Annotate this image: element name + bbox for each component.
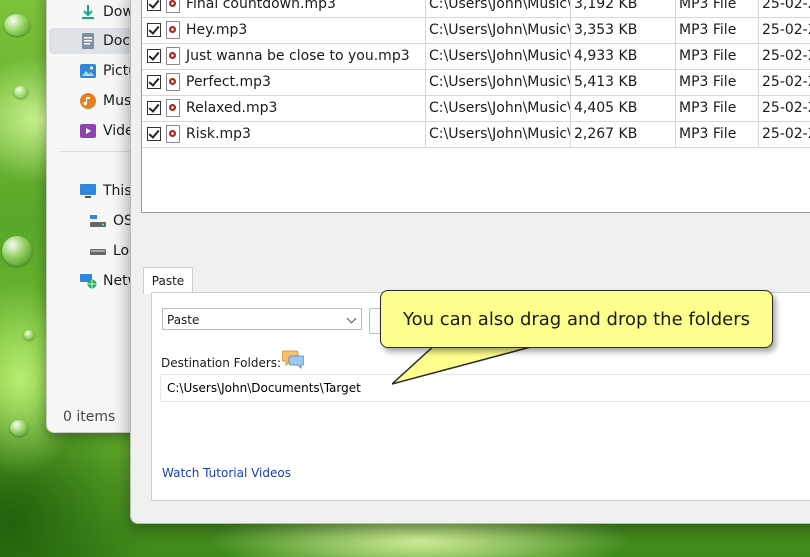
checkbox[interactable] [147,23,161,37]
checkbox[interactable] [147,101,161,115]
file-type: MP3 File [676,17,759,43]
file-type: MP3 File [676,121,759,147]
file-name: Hey.mp3 [186,22,248,38]
file-name: Just wanna be close to you.mp3 [186,48,410,64]
paste-mode-select[interactable]: Paste [162,308,362,330]
callout-tooltip: You can also drag and drop the folders [380,290,773,348]
table-row[interactable]: Perfect.mp3 C:\Users\John\Music\ 5,413 K… [142,69,810,96]
file-date: 25-02-2 [762,48,810,64]
file-size: 4,405 KB [571,95,676,121]
status-item-count: 0 items [63,409,116,425]
mp3-file-icon [166,47,180,65]
table-row[interactable]: Final countdown.mp3 C:\Users\John\Music\… [142,0,810,18]
file-type: MP3 File [676,0,759,17]
file-date: 25-02-2 [762,22,810,38]
file-date: 25-02-2 [762,126,810,142]
table-row[interactable]: Relaxed.mp3 C:\Users\John\Music\ 4,405 K… [142,95,810,122]
file-type: MP3 File [676,95,759,121]
mp3-file-icon [166,0,180,13]
file-path: C:\Users\John\Music\ [426,121,571,147]
monitor-icon [79,182,97,200]
mp3-file-icon [166,73,180,91]
drive-icon [89,242,107,260]
table-row[interactable]: Hey.mp3 C:\Users\John\Music\ 3,353 KB MP… [142,17,810,44]
mp3-file-icon [166,125,180,143]
file-type: MP3 File [676,43,759,69]
file-type: MP3 File [676,69,759,95]
file-size: 2,267 KB [571,121,676,147]
mp3-file-icon [166,99,180,117]
pictures-icon [79,62,97,80]
callout-tail [392,344,544,385]
file-name: Perfect.mp3 [186,74,271,90]
checkbox[interactable] [147,0,161,11]
app-window: Final countdown.mp3 C:\Users\John\Music\… [130,0,810,524]
file-path: C:\Users\John\Music\ [426,43,571,69]
file-name: Final countdown.mp3 [186,0,336,12]
file-path: C:\Users\John\Music\ [426,0,571,17]
music-icon [79,92,97,110]
mp3-file-icon [166,21,180,39]
file-path: C:\Users\John\Music\ [426,69,571,95]
file-path: C:\Users\John\Music\ [426,95,571,121]
file-path: C:\Users\John\Music\ [426,17,571,43]
file-size: 3,353 KB [571,17,676,43]
watch-tutorial-videos-link[interactable]: Watch Tutorial Videos [162,466,291,480]
file-size: 4,933 KB [571,43,676,69]
videos-icon [79,122,97,140]
chevron-down-icon [346,313,357,324]
checkbox[interactable] [147,49,161,63]
file-size: 3,192 KB [571,0,676,17]
file-date: 25-02-2 [762,0,810,12]
checkbox[interactable] [147,127,161,141]
table-row[interactable]: Just wanna be close to you.mp3 C:\Users\… [142,43,810,70]
network-icon [79,272,97,290]
select-value: Paste [167,313,200,327]
tab-paste[interactable]: Paste [143,267,193,294]
file-name: Relaxed.mp3 [186,100,278,116]
file-name: Risk.mp3 [186,126,251,142]
file-size: 5,413 KB [571,69,676,95]
file-list[interactable]: Final countdown.mp3 C:\Users\John\Music\… [141,0,810,213]
destination-label: Destination Folders: [161,356,282,370]
file-date: 25-02-2 [762,74,810,90]
file-date: 25-02-2 [762,100,810,116]
drive-icon [89,212,107,230]
table-row[interactable]: Risk.mp3 C:\Users\John\Music\ 2,267 KB M… [142,121,810,148]
download-icon [79,3,97,21]
document-icon [79,32,97,50]
chat-bubbles-icon[interactable] [281,349,305,369]
checkbox[interactable] [147,75,161,89]
